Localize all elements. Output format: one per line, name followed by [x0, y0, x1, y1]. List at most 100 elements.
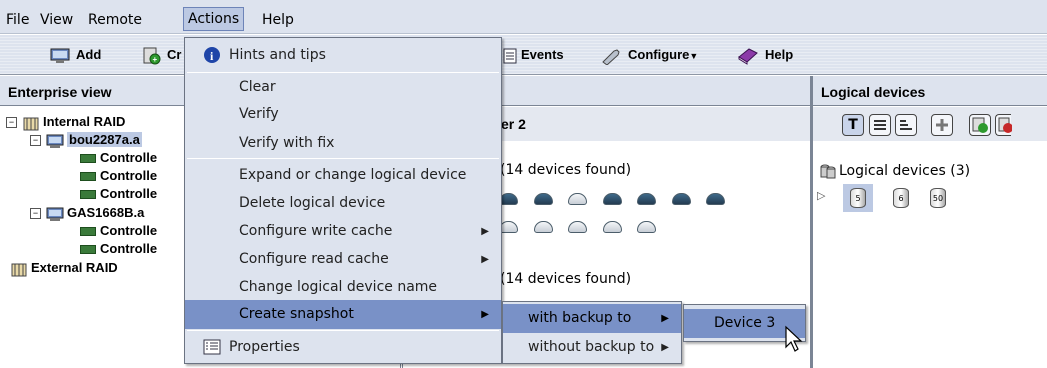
- logical-device-5[interactable]: 5: [850, 188, 866, 208]
- menu-view-label: View: [40, 12, 74, 28]
- menu-item-with-backup-to[interactable]: with backup to ▶: [503, 304, 681, 333]
- collapse-icon[interactable]: −: [30, 135, 41, 147]
- menu-item-change-logical-device-name[interactable]: Change logical device name: [185, 273, 501, 302]
- tree-controller-4[interactable]: Controlle: [80, 223, 157, 238]
- menu-item-properties[interactable]: Properties: [185, 333, 501, 362]
- disk-icon[interactable]: [568, 193, 587, 205]
- create-logical-icon[interactable]: [969, 114, 991, 136]
- tree-external-raid-label: External RAID: [31, 260, 118, 275]
- menu-item-delete-logical-device[interactable]: Delete logical device: [185, 189, 501, 218]
- menu-item-label: without backup to: [528, 339, 655, 355]
- menu-item-verify-with-fix[interactable]: Verify with fix: [185, 129, 501, 158]
- disk-icon[interactable]: [568, 221, 587, 233]
- tree-server-gas1668b-label: GAS1668B.a: [67, 205, 145, 220]
- menu-item-label: Verify with fix: [239, 135, 335, 151]
- controller-icon: [80, 245, 96, 255]
- create-button-label: Cr: [167, 47, 182, 62]
- events-icon: [503, 48, 517, 64]
- menu-separator: [187, 158, 499, 159]
- disk-icon[interactable]: [534, 193, 553, 205]
- menu-actions[interactable]: Actions: [183, 7, 245, 31]
- help-button[interactable]: Help: [737, 44, 793, 66]
- submenu-arrow-icon: ▶: [481, 226, 489, 237]
- tree-controller-label: Controlle: [100, 168, 158, 183]
- tree-external-raid[interactable]: External RAID: [10, 260, 118, 277]
- menu-remote[interactable]: Remote: [84, 9, 146, 31]
- actions-menu: i Hints and tips Clear Verify Verify with…: [184, 37, 502, 364]
- collapse-icon[interactable]: −: [6, 117, 17, 129]
- toolbar: Add + Cr Events Configure▼ Help: [0, 35, 1047, 75]
- create-button[interactable]: + Cr: [143, 44, 181, 66]
- menu-item-expand-logical-device[interactable]: Expand or change logical device: [185, 161, 501, 190]
- menu-item-verify[interactable]: Verify: [185, 100, 501, 129]
- menu-item-configure-read-cache[interactable]: Configure read cache ▶: [185, 245, 501, 274]
- submenu-arrow-icon: ▶: [661, 313, 669, 324]
- menu-item-create-snapshot[interactable]: Create snapshot ▶: [185, 300, 501, 329]
- menu-file[interactable]: File: [2, 9, 33, 31]
- raid-icon: [11, 263, 27, 277]
- expand-arrow-icon[interactable]: ▷: [817, 189, 825, 202]
- computer-icon: [50, 48, 70, 63]
- menu-item-clear[interactable]: Clear: [185, 73, 501, 102]
- menu-item-label: Expand or change logical device: [239, 167, 467, 183]
- logical-devices-icon: [820, 164, 836, 179]
- devices-found-label-2: (14 devices found): [500, 271, 632, 287]
- tree-controller-1[interactable]: Controlle: [80, 150, 157, 165]
- app-window: File View Remote Actions Help Add + Cr Ev…: [0, 0, 1047, 368]
- menu-actions-label: Actions: [188, 11, 240, 27]
- controller-icon: [80, 190, 96, 200]
- tree-controller-label: Controlle: [100, 241, 158, 256]
- tree-internal-raid[interactable]: − Internal RAID: [6, 114, 125, 131]
- menu-item-label: Configure write cache: [239, 223, 393, 239]
- events-button-label: Events: [521, 47, 564, 62]
- disk-icon[interactable]: [637, 193, 656, 205]
- menu-item-without-backup-to[interactable]: without backup to ▶: [503, 333, 681, 362]
- disk-icon[interactable]: [603, 221, 622, 233]
- text-view-icon[interactable]: T: [842, 114, 864, 136]
- configure-button[interactable]: Configure▼: [600, 44, 698, 66]
- controller-icon: [80, 227, 96, 237]
- disk-icon[interactable]: [706, 193, 725, 205]
- tree-server-bou2287a-label: bou2287a.a: [67, 132, 142, 147]
- menu-view[interactable]: View: [36, 9, 77, 31]
- tree-server-bou2287a[interactable]: − bou2287a.a: [30, 132, 142, 149]
- menu-help[interactable]: Help: [258, 9, 298, 31]
- submenu-arrow-icon: ▶: [481, 254, 489, 265]
- disk-icon[interactable]: [534, 221, 553, 233]
- detail-view-icon[interactable]: [895, 114, 917, 136]
- properties-icon: [203, 339, 221, 355]
- tree-controller-2[interactable]: Controlle: [80, 168, 157, 183]
- tree-controller-5[interactable]: Controlle: [80, 241, 157, 256]
- tree-internal-raid-label: Internal RAID: [43, 114, 126, 129]
- collapse-icon[interactable]: −: [30, 208, 41, 220]
- add-logical-icon[interactable]: [931, 114, 953, 136]
- tree-controller-label: Controlle: [100, 186, 158, 201]
- submenu-arrow-icon: ▶: [481, 309, 489, 320]
- events-button[interactable]: Events: [503, 44, 564, 66]
- logical-device-50[interactable]: 50: [930, 188, 946, 208]
- menu-remote-label: Remote: [88, 12, 143, 28]
- create-snapshot-submenu: with backup to ▶ without backup to ▶: [502, 301, 682, 364]
- add-button[interactable]: Add: [50, 44, 101, 66]
- menu-item-label: Properties: [229, 339, 300, 355]
- delete-logical-icon[interactable]: [995, 114, 1013, 136]
- info-icon: i: [204, 47, 220, 63]
- tree-server-gas1668b[interactable]: − GAS1668B.a: [30, 205, 144, 222]
- menu-item-hints-and-tips[interactable]: i Hints and tips: [185, 41, 501, 70]
- computer-icon: [46, 207, 64, 221]
- list-view-icon[interactable]: [869, 114, 891, 136]
- logical-devices-count[interactable]: Logical devices (3): [819, 162, 970, 180]
- logical-device-6[interactable]: 6: [893, 188, 909, 208]
- menu-item-label: Hints and tips: [229, 47, 326, 63]
- disk-icon[interactable]: [603, 193, 622, 205]
- menu-item-configure-write-cache[interactable]: Configure write cache ▶: [185, 217, 501, 246]
- disk-icon[interactable]: [672, 193, 691, 205]
- configure-button-label: Configure: [628, 47, 690, 62]
- help-book-icon: [738, 47, 758, 65]
- add-button-label: Add: [76, 47, 102, 62]
- mouse-cursor-icon: [785, 325, 803, 352]
- disk-icon[interactable]: [637, 221, 656, 233]
- menu-item-label: Clear: [239, 79, 276, 95]
- menu-item-label: Change logical device name: [239, 279, 438, 295]
- tree-controller-3[interactable]: Controlle: [80, 186, 157, 201]
